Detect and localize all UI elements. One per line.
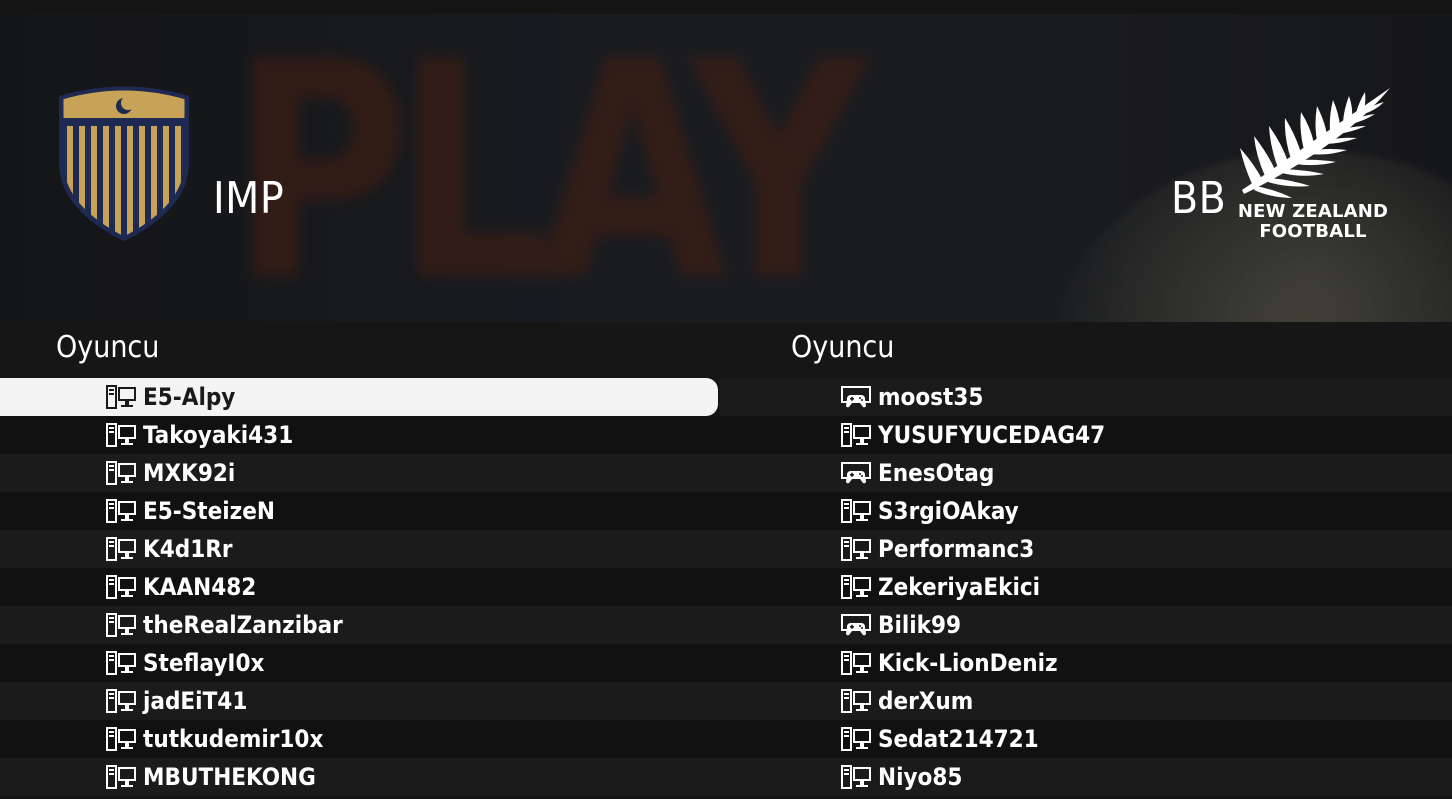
player-row[interactable]: MXK92i: [0, 454, 720, 492]
player-row[interactable]: Niyo85: [720, 758, 1452, 796]
player-row[interactable]: MBUTHEKONG: [0, 758, 720, 796]
pc-icon: [106, 575, 136, 599]
player-row[interactable]: Kick-LionDeniz: [720, 644, 1452, 682]
player-row[interactable]: KAAN482: [0, 568, 720, 606]
player-row[interactable]: SteflayI0x: [0, 644, 720, 682]
player-name: moost35: [878, 383, 984, 411]
player-name: MXK92i: [143, 459, 236, 487]
pc-icon: [106, 765, 136, 789]
player-row[interactable]: derXum: [720, 682, 1452, 720]
player-name: Takoyaki431: [143, 421, 294, 449]
console-icon: [841, 385, 871, 409]
player-row[interactable]: ZekeriyaEkici: [720, 568, 1452, 606]
player-name: ZekeriyaEkici: [878, 573, 1041, 601]
player-row[interactable]: E5-SteizeN: [0, 492, 720, 530]
player-name: jadEiT41: [143, 687, 248, 715]
lobby-screen: PLAY IMP BB NEW ZEALAND FOOTBALL Oyuncu …: [0, 0, 1452, 799]
pc-icon: [841, 651, 871, 675]
player-name: E5-Alpy: [143, 383, 236, 411]
away-player-rows: moost35 YUSUFYUCEDAG47 EnesOtag S3rgiOAk…: [720, 378, 1452, 796]
match-header: PLAY IMP BB NEW ZEALAND FOOTBALL: [0, 0, 1452, 322]
player-name: Niyo85: [878, 763, 963, 791]
player-row[interactable]: moost35: [720, 378, 1452, 416]
pc-icon: [106, 499, 136, 523]
pc-icon: [106, 651, 136, 675]
player-row[interactable]: E5-Alpy: [0, 378, 718, 416]
pc-icon: [106, 385, 136, 409]
player-name: derXum: [878, 687, 974, 715]
console-icon: [841, 613, 871, 637]
player-row[interactable]: YUSUFYUCEDAG47: [720, 416, 1452, 454]
away-list-title: Oyuncu: [791, 330, 895, 365]
player-name: EnesOtag: [878, 459, 995, 487]
player-name: Performanc3: [878, 535, 1035, 563]
player-row[interactable]: EnesOtag: [720, 454, 1452, 492]
pc-icon: [106, 423, 136, 447]
pc-icon: [841, 727, 871, 751]
home-list-title: Oyuncu: [56, 330, 160, 365]
home-team-crest-icon: [59, 86, 189, 241]
home-player-rows: E5-Alpy Takoyaki431 MXK92i E5-SteizeN K4…: [0, 378, 720, 796]
player-name: Kick-LionDeniz: [878, 649, 1058, 677]
player-name: Sedat214721: [878, 725, 1039, 753]
player-name: YUSUFYUCEDAG47: [878, 421, 1106, 449]
home-player-list: Oyuncu E5-Alpy Takoyaki431 MXK92i E5-Ste…: [0, 322, 720, 799]
player-row[interactable]: K4d1Rr: [0, 530, 720, 568]
pc-icon: [841, 689, 871, 713]
pc-icon: [841, 765, 871, 789]
player-name: Bilik99: [878, 611, 962, 639]
player-name: SteflayI0x: [143, 649, 265, 677]
home-team-name: IMP: [213, 173, 285, 224]
pc-icon: [106, 613, 136, 637]
pc-icon: [106, 461, 136, 485]
player-name: MBUTHEKONG: [143, 763, 316, 791]
player-name: K4d1Rr: [143, 535, 233, 563]
player-name: tutkudemir10x: [143, 725, 324, 753]
player-row[interactable]: Performanc3: [720, 530, 1452, 568]
player-row[interactable]: Takoyaki431: [0, 416, 720, 454]
player-name: S3rgiOAkay: [878, 497, 1019, 525]
player-row[interactable]: S3rgiOAkay: [720, 492, 1452, 530]
player-row[interactable]: jadEiT41: [0, 682, 720, 720]
pc-icon: [106, 689, 136, 713]
player-name: theRealZanzibar: [143, 611, 343, 639]
pc-icon: [841, 537, 871, 561]
nz-football-wordmark: NEW ZEALAND FOOTBALL: [1237, 201, 1389, 242]
player-row[interactable]: Bilik99: [720, 606, 1452, 644]
pc-icon: [106, 727, 136, 751]
pc-icon: [841, 423, 871, 447]
player-name: KAAN482: [143, 573, 257, 601]
player-row[interactable]: Sedat214721: [720, 720, 1452, 758]
player-row[interactable]: tutkudemir10x: [0, 720, 720, 758]
player-row[interactable]: theRealZanzibar: [0, 606, 720, 644]
console-icon: [841, 461, 871, 485]
pc-icon: [841, 575, 871, 599]
away-team-name: BB: [1171, 173, 1227, 224]
pc-icon: [841, 499, 871, 523]
away-player-list: Oyuncu moost35 YUSUFYUCEDAG47 EnesOtag S…: [720, 322, 1452, 799]
pc-icon: [106, 537, 136, 561]
player-name: E5-SteizeN: [143, 497, 275, 525]
